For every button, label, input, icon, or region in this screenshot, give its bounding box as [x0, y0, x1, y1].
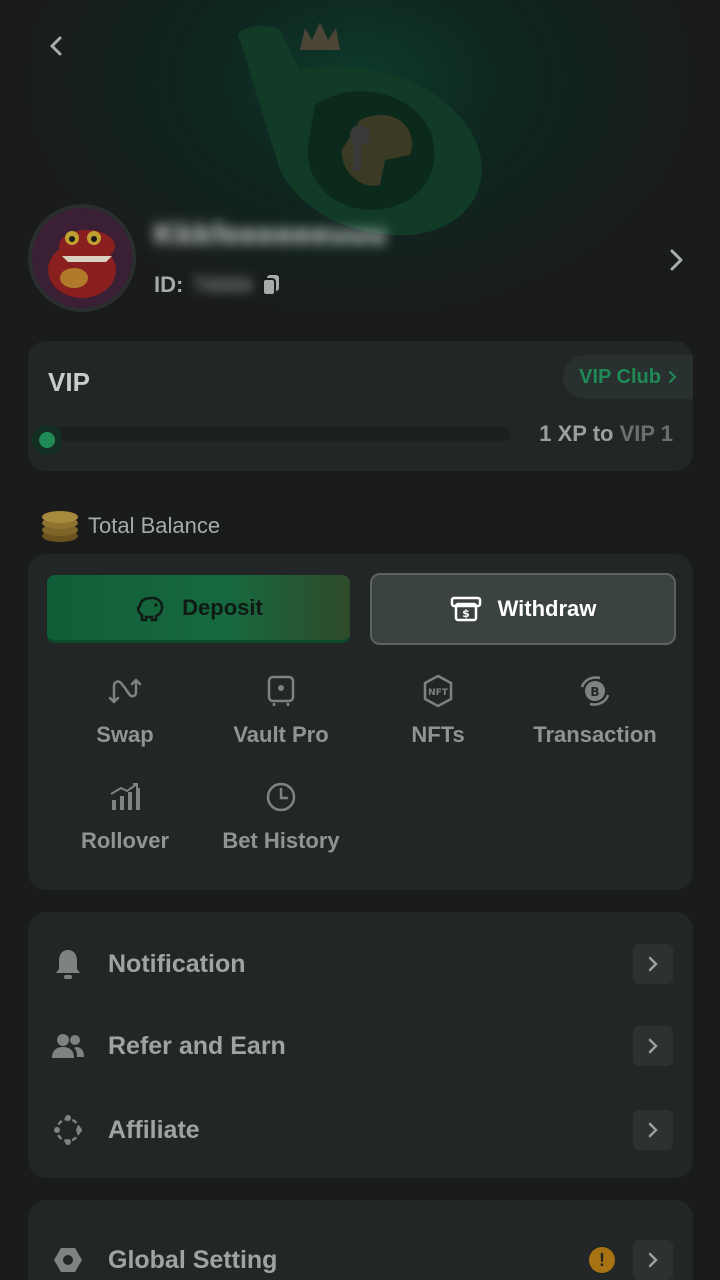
- svg-text:B: B: [590, 685, 599, 699]
- brand-logo: [238, 22, 482, 236]
- global-setting-label: Global Setting: [108, 1245, 278, 1274]
- menu-item-notification[interactable]: Notification: [28, 934, 693, 994]
- transaction-action[interactable]: B Transaction: [517, 674, 673, 762]
- avatar[interactable]: [28, 204, 136, 312]
- rollover-label: Rollover: [80, 828, 170, 853]
- notification-chevron-button[interactable]: [633, 944, 673, 984]
- nft-icon: NFT: [421, 674, 455, 708]
- withdraw-cash-icon: $: [450, 596, 481, 622]
- menu-item-affiliate[interactable]: Affiliate: [28, 1100, 693, 1160]
- vip-next-level: VIP 1: [619, 421, 673, 446]
- chevron-right-icon: [648, 956, 658, 972]
- settings-card: Global Setting !: [28, 1200, 693, 1280]
- user-id-row: ID: 7iiiiiiiiii: [154, 272, 282, 298]
- global-setting-chevron-button[interactable]: [633, 1240, 673, 1280]
- bet-history-label: Bet History: [222, 828, 340, 853]
- users-icon: [50, 1028, 86, 1064]
- id-value: 7iiiiiiiiii: [191, 272, 253, 297]
- warning-icon: !: [589, 1247, 615, 1273]
- rollover-chart-icon: [108, 780, 142, 814]
- back-button[interactable]: [36, 28, 76, 64]
- coins-icon: [42, 511, 78, 542]
- chevron-right-icon: [648, 1122, 658, 1138]
- transaction-label: Transaction: [533, 722, 657, 747]
- swap-action[interactable]: Swap: [47, 674, 203, 762]
- vip-progress-bar: [38, 427, 510, 441]
- clock-icon: [264, 780, 298, 814]
- vip-club-label: VIP Club: [579, 365, 661, 388]
- menu-item-global-setting[interactable]: Global Setting !: [28, 1230, 693, 1280]
- bell-icon: [50, 946, 86, 982]
- nfts-action[interactable]: NFT NFTs: [360, 674, 516, 762]
- vault-pro-label: Vault Pro: [233, 722, 329, 747]
- svg-text:$: $: [462, 607, 470, 620]
- piggy-bank-icon: [136, 596, 164, 621]
- vip-title: VIP: [48, 367, 90, 397]
- chevron-left-icon: [50, 36, 62, 56]
- total-balance-header: Total Balance: [40, 508, 220, 544]
- chevron-right-icon: [648, 1252, 658, 1268]
- wallet-card: Deposit $ Withdraw Swap Vault Pro NFT NF…: [28, 554, 693, 890]
- chevron-right-icon: [648, 1038, 658, 1054]
- vault-icon: [264, 674, 298, 708]
- affiliate-chevron-button[interactable]: [633, 1110, 673, 1150]
- chevron-right-icon: [669, 371, 677, 383]
- hexagon-gear-icon: [50, 1242, 86, 1278]
- vault-pro-action[interactable]: Vault Pro: [203, 674, 359, 762]
- svg-text:NFT: NFT: [428, 688, 449, 698]
- transaction-icon: B: [578, 674, 612, 708]
- swap-label: Swap: [96, 722, 154, 747]
- withdraw-label: Withdraw: [497, 596, 597, 621]
- chevron-right-icon[interactable]: [660, 244, 692, 276]
- affiliate-icon: [50, 1112, 86, 1148]
- affiliate-label: Affiliate: [108, 1115, 200, 1144]
- id-label: ID:: [154, 272, 184, 297]
- rollover-action[interactable]: Rollover: [47, 780, 203, 868]
- notification-label: Notification: [108, 949, 246, 978]
- refer-and-earn-chevron-button[interactable]: [633, 1026, 673, 1066]
- withdraw-button[interactable]: $ Withdraw: [370, 573, 676, 645]
- copy-icon[interactable]: [260, 273, 282, 297]
- vip-xp-text: 1 XP to VIP 1: [539, 421, 673, 446]
- total-balance-label: Total Balance: [88, 513, 221, 538]
- bet-history-action[interactable]: Bet History: [203, 780, 359, 868]
- nfts-label: NFTs: [411, 722, 465, 747]
- deposit-label: Deposit: [182, 594, 263, 620]
- vip-progress-knob: [32, 425, 62, 455]
- vip-club-button[interactable]: VIP Club: [563, 355, 693, 399]
- swap-icon: [108, 674, 142, 708]
- menu-item-refer-and-earn[interactable]: Refer and Earn: [28, 1016, 693, 1076]
- vip-card: VIP VIP Club 1 XP to VIP 1: [28, 341, 693, 471]
- menu-card: Notification Refer and Earn Affiliate: [28, 912, 693, 1178]
- crocodile-avatar-icon: [32, 208, 132, 308]
- refer-and-earn-label: Refer and Earn: [108, 1031, 286, 1060]
- deposit-button[interactable]: Deposit: [47, 575, 350, 643]
- username: Kkkfeeeeeeuuu: [154, 218, 388, 251]
